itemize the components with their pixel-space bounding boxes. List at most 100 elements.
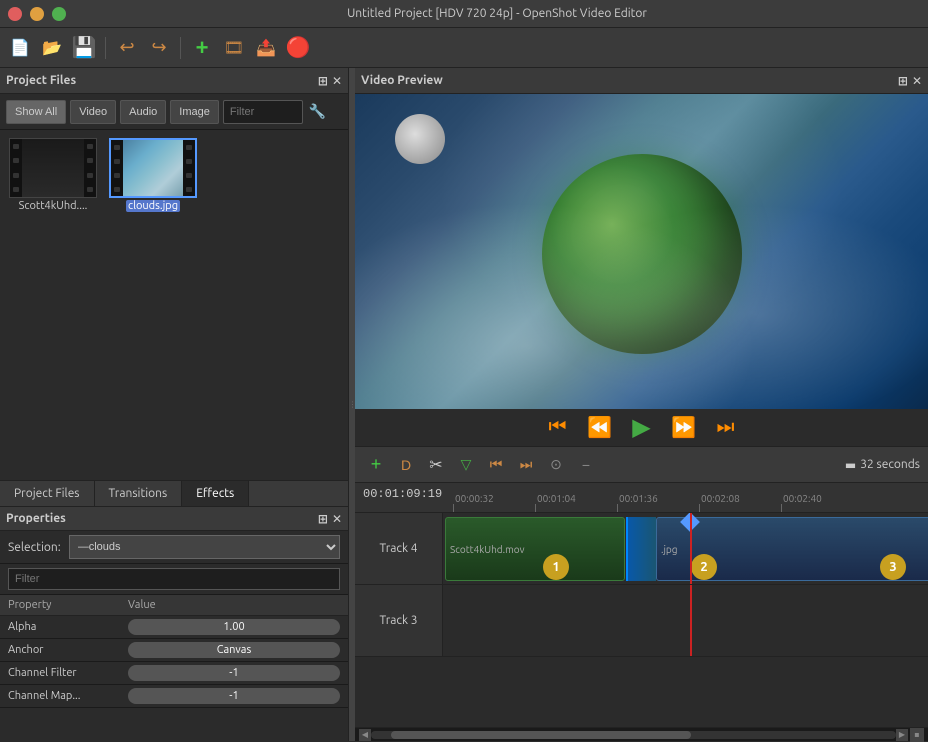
jump-start-button[interactable]: ⏮ (543, 413, 573, 443)
film-hole (114, 173, 120, 178)
film-strip-left-2 (111, 140, 123, 196)
close-button[interactable] (8, 7, 22, 21)
panel-close-props[interactable]: ✕ (332, 512, 342, 526)
enable-snapping-button[interactable]: D (393, 452, 419, 478)
track-content-3[interactable] (443, 585, 928, 656)
import-button[interactable]: 🎞 (220, 34, 248, 62)
project-files-content: Scott4kUhd.... (0, 130, 348, 480)
main-toolbar: 📄 📂 💾 ↩ ↪ + 🎞 📤 🔴 (0, 28, 928, 68)
ruler-mark-2: 00:01:04 (535, 493, 617, 512)
film-hole (13, 173, 19, 178)
timeline-seconds-display: ▬ 32 seconds (845, 458, 920, 472)
ruler-label-2: 00:01:04 (535, 493, 576, 504)
prop-value-channel-filter[interactable]: -1 (128, 665, 340, 681)
panel-close-preview[interactable]: ✕ (912, 74, 922, 88)
panel-icon-props[interactable]: ⊞ (318, 512, 328, 526)
zoom-out-button[interactable]: − (573, 452, 599, 478)
tab-project-files[interactable]: Project Files (0, 481, 95, 506)
selection-dropdown[interactable]: —clouds (69, 535, 340, 559)
property-col-header: Property (8, 599, 128, 611)
transition-marker[interactable] (626, 517, 656, 581)
jump-end-button[interactable]: ⏭ (711, 413, 741, 443)
clip-video-label: Scott4kUhd.mov (446, 542, 528, 557)
render-button[interactable]: 🔴 (284, 34, 312, 62)
clip-video[interactable]: Scott4kUhd.mov (445, 517, 625, 581)
scroll-corner[interactable]: ▪ (910, 728, 924, 742)
open-file-button[interactable]: 📂 (38, 34, 66, 62)
film-hole (114, 145, 120, 150)
tab-transitions[interactable]: Transitions (95, 481, 183, 506)
prop-value-anchor[interactable]: Canvas (128, 642, 340, 658)
value-col-header: Value (128, 599, 340, 611)
center-playhead-button[interactable]: ⊙ (543, 452, 569, 478)
cloud-overlay (355, 94, 928, 409)
ruler-tick-5 (781, 504, 782, 512)
video-canvas (355, 94, 928, 409)
add-button[interactable]: + (188, 34, 216, 62)
video-preview-title: Video Preview (361, 74, 443, 87)
ruler-label-1: 00:00:32 (453, 493, 494, 504)
timeline-toolbar: + D ✂ ▽ ⏮ ⏭ ⊙ − ▬ 32 seconds (355, 447, 928, 483)
new-file-button[interactable]: 📄 (6, 34, 34, 62)
titlebar: Untitled Project [HDV 720 24p] - OpenSho… (0, 0, 928, 28)
prop-row-anchor: Anchor Canvas (0, 639, 348, 662)
ruler-mark-5: 00:02:40 (781, 493, 841, 512)
scroll-right-button[interactable]: ▶ (896, 729, 908, 741)
export-button[interactable]: 📤 (252, 34, 280, 62)
panel-icon-preview[interactable]: ⊞ (898, 74, 908, 88)
prop-value-alpha[interactable]: 1.00 (128, 619, 340, 635)
film-hole (13, 144, 19, 149)
ruler-tick-4 (699, 504, 700, 512)
num-circle-2: 2 (691, 554, 717, 580)
ruler-tick-3 (617, 504, 618, 512)
tl-jump-start-button[interactable]: ⏮ (483, 452, 509, 478)
clear-filter-button[interactable]: 🔧 (307, 103, 328, 120)
play-button[interactable]: ▶ (627, 413, 657, 443)
razor-tool-button[interactable]: ✂ (423, 452, 449, 478)
selection-label: Selection: (8, 541, 61, 554)
film-hole (13, 158, 19, 163)
film-strip-right (84, 139, 96, 197)
num-circle-1: 1 (543, 554, 569, 580)
scroll-thumb[interactable] (391, 731, 691, 739)
panel-close-icon[interactable]: ✕ (332, 74, 342, 88)
toolbar-sep-2 (180, 37, 181, 59)
undo-button[interactable]: ↩ (113, 34, 141, 62)
ruler-mark-3: 00:01:36 (617, 493, 699, 512)
add-marker-button[interactable]: ▽ (453, 452, 479, 478)
window-title: Untitled Project [HDV 720 24p] - OpenSho… (74, 7, 920, 20)
save-file-button[interactable]: 💾 (70, 34, 98, 62)
prop-value-channel-map[interactable]: -1 (128, 688, 340, 704)
rewind-button[interactable]: ⏪ (585, 413, 615, 443)
ruler-marks: 00:00:32 00:01:04 00:01:36 00:02:08 (453, 493, 841, 512)
property-filter-input[interactable] (8, 568, 340, 590)
scroll-left-button[interactable]: ◀ (359, 729, 371, 741)
file-item-video[interactable]: Scott4kUhd.... (8, 138, 98, 212)
maximize-button[interactable] (52, 7, 66, 21)
add-track-button[interactable]: + (363, 452, 389, 478)
file-item-image[interactable]: clouds.jpg (108, 138, 198, 212)
prop-name-alpha: Alpha (8, 621, 128, 633)
panel-icon-1[interactable]: ⊞ (318, 74, 328, 88)
track-row-3: Track 3 (355, 585, 928, 657)
video-filter-button[interactable]: Video (70, 100, 116, 124)
show-all-button[interactable]: Show All (6, 100, 66, 124)
minimize-button[interactable] (30, 7, 44, 21)
track-label-3: Track 3 (355, 585, 443, 656)
ruler-label-5: 00:02:40 (781, 493, 822, 504)
tl-jump-end-button[interactable]: ⏭ (513, 452, 539, 478)
track-content-4[interactable]: Scott4kUhd.mov .jpg 1 2 3 (443, 513, 928, 584)
redo-button[interactable]: ↪ (145, 34, 173, 62)
property-filter-row (0, 564, 348, 595)
file-filter-input[interactable] (223, 100, 303, 124)
fast-forward-button[interactable]: ⏩ (669, 413, 699, 443)
ruler-mark-4: 00:02:08 (699, 493, 781, 512)
tab-effects[interactable]: Effects (182, 481, 249, 506)
properties-section: Project Files Transitions Effects Proper… (0, 481, 348, 741)
ruler-label-4: 00:02:08 (699, 493, 740, 504)
audio-filter-button[interactable]: Audio (120, 100, 166, 124)
prop-row-channel-filter: Channel Filter -1 (0, 662, 348, 685)
playhead (690, 513, 692, 584)
image-filter-button[interactable]: Image (170, 100, 219, 124)
playhead-3 (690, 585, 692, 656)
